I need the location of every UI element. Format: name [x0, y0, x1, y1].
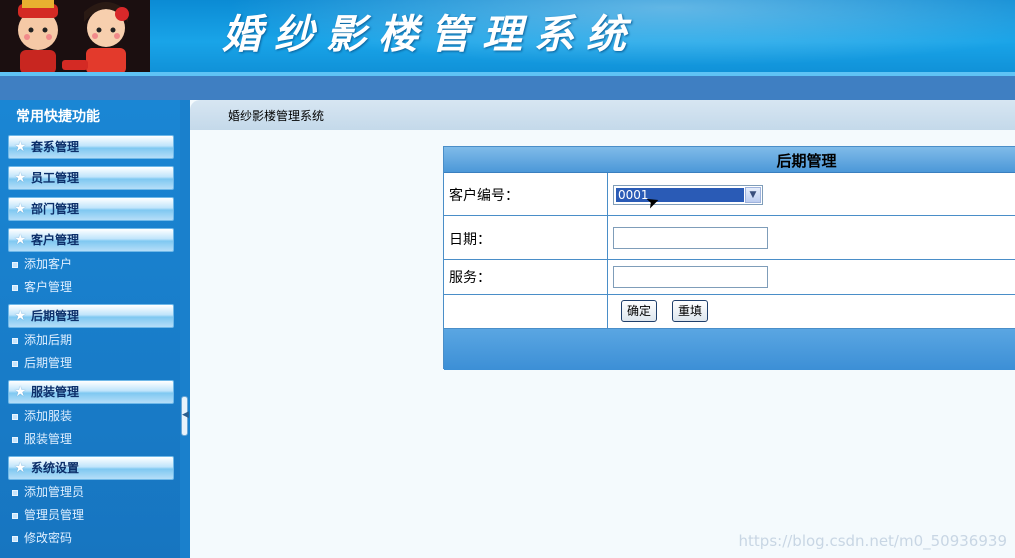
sidebar-group-label: 系统设置 — [31, 461, 80, 475]
sidebar-item-label: 管理员管理 — [24, 508, 85, 522]
main-content: 婚纱影楼管理系统 后期管理 客户编号： 0001 ▼ 日期： 服务： 确定 重填… — [190, 100, 1015, 558]
sidebar-group-label: 套系管理 — [31, 140, 80, 154]
bullet-icon — [12, 513, 18, 519]
sidebar-heading: 常用快捷功能 — [16, 109, 100, 125]
star-icon: ★ — [14, 384, 27, 400]
bullet-icon — [12, 414, 18, 420]
breadcrumb: 婚纱影楼管理系统 — [228, 109, 325, 123]
star-icon: ★ — [14, 139, 27, 155]
bullet-icon — [12, 536, 18, 542]
watermark: https://blog.csdn.net/m0_50936939 — [738, 532, 1007, 550]
sidebar-group-costume[interactable]: ★ 服装管理 — [8, 380, 174, 404]
bullet-icon — [12, 285, 18, 291]
sidebar-item-label: 服装管理 — [24, 432, 73, 446]
bullet-icon — [12, 437, 18, 443]
form-row-customer-id: 客户编号： 0001 ▼ — [444, 173, 1015, 216]
star-icon: ★ — [14, 232, 27, 248]
sidebar-item-label: 添加服装 — [24, 409, 73, 423]
customer-id-label: 客户编号： — [449, 188, 519, 204]
sidebar-item-label: 修改密码 — [24, 531, 73, 545]
reset-button[interactable]: 重填 — [672, 300, 709, 322]
breadcrumb-bar: 婚纱影楼管理系统 — [190, 100, 1015, 130]
bullet-icon — [12, 338, 18, 344]
service-input[interactable] — [613, 266, 768, 288]
star-icon: ★ — [14, 308, 27, 324]
date-input[interactable] — [613, 227, 768, 249]
sidebar-item-label: 添加客户 — [24, 257, 73, 271]
sidebar-item-admin-manage[interactable]: 管理员管理 — [12, 506, 172, 524]
couple-cartoon-logo-icon — [0, 0, 150, 74]
star-icon: ★ — [14, 201, 27, 217]
chevron-left-icon: ◀ — [182, 410, 189, 420]
sidebar-group-label: 客户管理 — [31, 233, 80, 247]
top-strip — [0, 76, 1015, 100]
form-title-bar: 后期管理 — [444, 147, 1015, 173]
postproduction-form: 后期管理 客户编号： 0001 ▼ 日期： 服务： 确定 重填 ➤ — [443, 146, 1015, 370]
sidebar-item-costume-manage[interactable]: 服装管理 — [12, 430, 172, 448]
sidebar-group-staff[interactable]: ★ 员工管理 — [8, 166, 174, 190]
customer-id-select[interactable]: 0001 ▼ — [613, 185, 763, 205]
app-title: 婚纱影楼管理系统 — [222, 11, 638, 58]
bullet-icon — [12, 490, 18, 496]
form-footer — [444, 329, 1015, 370]
sidebar-item-add-costume[interactable]: 添加服装 — [12, 407, 172, 425]
sidebar-group-system-settings[interactable]: ★ 系统设置 — [8, 456, 174, 480]
sidebar-group-label: 服装管理 — [31, 385, 80, 399]
form-column-divider — [607, 173, 608, 328]
sidebar-item-postproduction-manage[interactable]: 后期管理 — [12, 354, 172, 372]
sidebar-item-add-postproduction[interactable]: 添加后期 — [12, 331, 172, 349]
sidebar: 常用快捷功能 ★ 套系管理 ★ 员工管理 ★ 部门管理 ★ 客户管理 添加客户 … — [0, 100, 180, 558]
sidebar-group-postproduction[interactable]: ★ 后期管理 — [8, 304, 174, 328]
header-banner: 婚纱影楼管理系统 — [0, 0, 1015, 76]
sidebar-item-change-password[interactable]: 修改密码 — [12, 529, 172, 547]
star-icon: ★ — [14, 170, 27, 186]
sidebar-item-label: 添加管理员 — [24, 485, 85, 499]
sidebar-group-label: 员工管理 — [31, 171, 80, 185]
sidebar-item-add-admin[interactable]: 添加管理员 — [12, 483, 172, 501]
sidebar-group-customer[interactable]: ★ 客户管理 — [8, 228, 174, 252]
sidebar-item-label: 后期管理 — [24, 356, 73, 370]
date-label: 日期： — [449, 232, 491, 248]
collapse-sidebar-handle[interactable]: ◀ — [181, 396, 189, 436]
sidebar-item-add-customer[interactable]: 添加客户 — [12, 255, 172, 273]
star-icon: ★ — [14, 460, 27, 476]
service-label: 服务： — [449, 270, 491, 286]
customer-id-selected-value: 0001 — [616, 188, 744, 202]
bullet-icon — [12, 262, 18, 268]
form-row-actions: 确定 重填 — [444, 295, 1015, 329]
form-title: 后期管理 — [776, 152, 837, 170]
sidebar-group-department[interactable]: ★ 部门管理 — [8, 197, 174, 221]
sidebar-group-label: 后期管理 — [31, 309, 80, 323]
sidebar-item-customer-manage[interactable]: 客户管理 — [12, 278, 172, 296]
sidebar-item-label: 客户管理 — [24, 280, 73, 294]
form-row-service: 服务： — [444, 260, 1015, 295]
chevron-down-icon[interactable]: ▼ — [745, 187, 761, 203]
form-row-date: 日期： — [444, 216, 1015, 260]
submit-button[interactable]: 确定 — [621, 300, 658, 322]
sidebar-item-label: 添加后期 — [24, 333, 73, 347]
bullet-icon — [12, 361, 18, 367]
sidebar-group-package[interactable]: ★ 套系管理 — [8, 135, 174, 159]
sidebar-group-label: 部门管理 — [31, 202, 80, 216]
sidebar-splitter — [180, 100, 190, 558]
